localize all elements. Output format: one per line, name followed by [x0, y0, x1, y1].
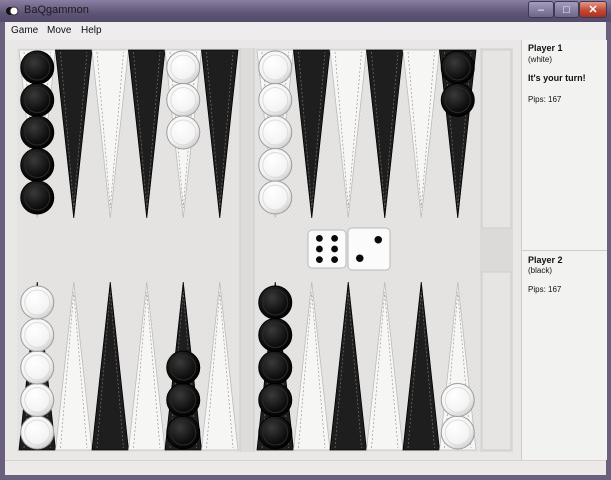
- white-checker[interactable]: [258, 83, 293, 117]
- player-panel: Player 1 (white) It's your turn! Pips: 1…: [521, 40, 607, 460]
- white-checker[interactable]: [258, 50, 293, 85]
- player1-pips: Pips: 167: [528, 95, 562, 104]
- backgammon-board[interactable]: [5, 40, 521, 460]
- player1-name: Player 1: [528, 43, 563, 53]
- black-checker[interactable]: [258, 415, 293, 450]
- black-checker[interactable]: [440, 83, 475, 117]
- die-1[interactable]: [307, 229, 347, 269]
- player2-name: Player 2: [528, 255, 563, 265]
- white-checker[interactable]: [20, 350, 55, 385]
- die-pip: [355, 254, 364, 263]
- black-checker[interactable]: [20, 83, 55, 117]
- white-checker[interactable]: [20, 285, 55, 320]
- center-bar[interactable]: [240, 48, 254, 452]
- white-checker[interactable]: [258, 180, 293, 215]
- board-canvas[interactable]: [5, 40, 521, 460]
- menu-game[interactable]: Game: [11, 25, 38, 36]
- player1-color: (white): [528, 55, 553, 64]
- black-checker[interactable]: [20, 148, 55, 182]
- menu-help[interactable]: Help: [81, 25, 102, 36]
- white-checker[interactable]: [440, 383, 475, 417]
- app-icon: [6, 6, 19, 16]
- white-checker[interactable]: [20, 415, 55, 450]
- maximize-button[interactable]: □: [554, 1, 579, 18]
- black-checker[interactable]: [440, 50, 475, 85]
- player-divider: [522, 250, 607, 251]
- status-bar: [5, 460, 606, 475]
- die-pip: [315, 256, 323, 264]
- black-checker[interactable]: [258, 318, 293, 352]
- die-pip: [315, 245, 323, 253]
- minimize-button[interactable]: –: [528, 1, 554, 18]
- menu-bar: Game Move Help: [5, 22, 606, 41]
- close-button[interactable]: ✕: [579, 1, 607, 18]
- black-checker[interactable]: [166, 350, 201, 385]
- black-checker[interactable]: [258, 285, 293, 320]
- black-checker[interactable]: [20, 115, 55, 150]
- die-pip: [331, 256, 339, 264]
- window-content: Game Move Help Player 1 (white) It's you…: [5, 22, 607, 475]
- black-checker[interactable]: [166, 415, 201, 450]
- turn-indicator: It's your turn!: [528, 73, 586, 83]
- white-checker[interactable]: [166, 50, 201, 85]
- white-checker[interactable]: [258, 148, 293, 182]
- die-pip: [331, 245, 339, 253]
- white-checker[interactable]: [166, 115, 201, 150]
- title-bar[interactable]: BaQgammon – □ ✕: [0, 0, 611, 22]
- black-checker[interactable]: [166, 383, 201, 417]
- white-checker[interactable]: [166, 83, 201, 117]
- die-2[interactable]: [347, 227, 391, 271]
- bear-off-top[interactable]: [481, 49, 512, 229]
- die-pip: [374, 235, 383, 244]
- white-checker[interactable]: [20, 318, 55, 352]
- white-checker[interactable]: [20, 383, 55, 417]
- bear-off-bottom[interactable]: [481, 271, 512, 451]
- application-window: BaQgammon – □ ✕ Game Move Help Player 1 …: [0, 0, 611, 480]
- white-checker[interactable]: [258, 115, 293, 150]
- die-pip: [331, 234, 339, 242]
- player2-pips: Pips: 167: [528, 285, 562, 294]
- black-checker[interactable]: [20, 50, 55, 85]
- window-title: BaQgammon: [24, 4, 89, 16]
- menu-move[interactable]: Move: [47, 25, 71, 36]
- black-checker[interactable]: [258, 350, 293, 385]
- player2-color: (black): [528, 266, 553, 275]
- black-checker[interactable]: [20, 180, 55, 215]
- die-pip: [315, 234, 323, 242]
- white-checker[interactable]: [440, 415, 475, 450]
- black-checker[interactable]: [258, 383, 293, 417]
